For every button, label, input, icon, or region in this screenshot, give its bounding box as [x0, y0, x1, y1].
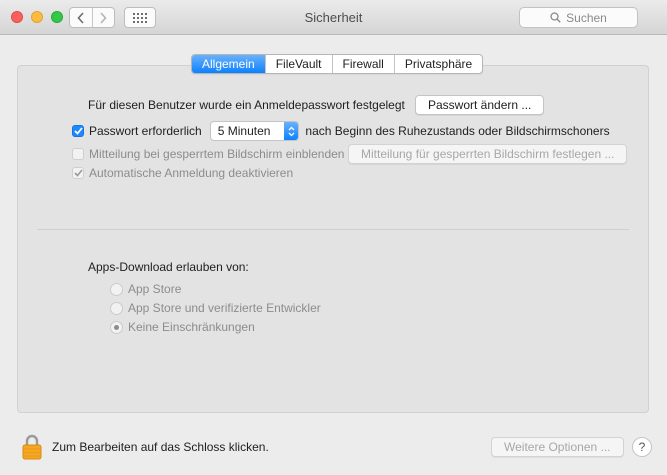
- chevron-right-icon: [100, 11, 108, 24]
- close-button[interactable]: [11, 11, 23, 23]
- preferences-window: Suchen Sicherheit Allgemein FileVault Fi…: [0, 0, 667, 475]
- help-button[interactable]: ?: [632, 437, 652, 457]
- section-divider: [37, 229, 629, 230]
- identified-developers-label: App Store und verifizierte Entwickler: [128, 301, 321, 315]
- search-icon: [550, 12, 561, 23]
- updown-arrows-icon: [284, 122, 299, 140]
- checkmark-icon: [73, 127, 83, 135]
- require-password-suffix: nach Beginn des Ruhezustands oder Bildsc…: [305, 124, 610, 138]
- download-option-anywhere: Keine Einschränkungen: [110, 318, 255, 336]
- download-option-app-store: App Store: [110, 280, 181, 298]
- search-placeholder: Suchen: [566, 10, 607, 25]
- back-button[interactable]: [70, 8, 92, 27]
- app-store-radio[interactable]: [110, 282, 123, 296]
- chevron-left-icon: [77, 11, 84, 24]
- tab-allgemein[interactable]: Allgemein: [192, 55, 265, 73]
- lock-message-button-row: Mitteilung für gesperrten Bildschirm fes…: [348, 144, 628, 164]
- auto-login-label: Automatische Anmeldung deaktivieren: [89, 166, 294, 180]
- password-delay-popup[interactable]: 5 Minuten: [209, 121, 300, 141]
- require-password-label: Passwort erforderlich: [89, 124, 202, 138]
- tab-firewall[interactable]: Firewall: [331, 55, 394, 73]
- change-password-button[interactable]: Passwort ändern ...: [415, 95, 545, 115]
- lock-message-label: Mitteilung bei gesperrtem Bildschirm ein…: [89, 147, 345, 161]
- lock-message-checkbox[interactable]: [72, 148, 84, 160]
- auto-login-checkbox[interactable]: [72, 167, 84, 179]
- advanced-button[interactable]: Weitere Optionen ...: [491, 437, 624, 457]
- tab-privatsphaere[interactable]: Privatsphäre: [393, 55, 482, 73]
- password-status-row: Für diesen Benutzer wurde ein Anmeldepas…: [88, 95, 405, 115]
- tab-bar: Allgemein FileVault Firewall Privatsphär…: [191, 54, 484, 74]
- downloads-heading: Apps-Download erlauben von:: [88, 260, 249, 274]
- require-password-checkbox[interactable]: [72, 125, 84, 137]
- lock-icon[interactable]: [22, 434, 42, 460]
- lock-row: Zum Bearbeiten auf das Schloss klicken.: [22, 433, 269, 461]
- help-icon: ?: [638, 440, 646, 454]
- navigation-buttons: [69, 7, 115, 28]
- password-status-text: Für diesen Benutzer wurde ein Anmeldepas…: [88, 98, 405, 112]
- auto-login-row: Automatische Anmeldung deaktivieren: [72, 163, 293, 183]
- identified-developers-radio[interactable]: [110, 301, 123, 315]
- download-option-identified: App Store und verifizierte Entwickler: [110, 299, 321, 317]
- title-bar: Suchen: [0, 0, 667, 35]
- anywhere-label: Keine Einschränkungen: [128, 320, 255, 334]
- advanced-row: Weitere Optionen ...: [491, 437, 624, 457]
- show-all-button[interactable]: [124, 7, 156, 28]
- lock-message-row: Mitteilung bei gesperrtem Bildschirm ein…: [72, 144, 344, 164]
- change-password-row: Passwort ändern ...: [415, 95, 545, 115]
- content-panel: [17, 65, 649, 413]
- radio-selected-dot: [114, 324, 119, 330]
- anywhere-radio[interactable]: [110, 320, 123, 334]
- grid-icon: [133, 12, 147, 23]
- tab-filevault[interactable]: FileVault: [264, 55, 332, 73]
- password-delay-value: 5 Minuten: [217, 124, 271, 138]
- app-store-label: App Store: [128, 282, 182, 296]
- lock-message-button[interactable]: Mitteilung für gesperrten Bildschirm fes…: [348, 144, 628, 164]
- downloads-heading-row: Apps-Download erlauben von:: [88, 259, 249, 275]
- forward-button[interactable]: [91, 8, 114, 27]
- minimize-button[interactable]: [31, 11, 43, 23]
- search-field[interactable]: Suchen: [519, 7, 638, 28]
- zoom-button[interactable]: [51, 11, 63, 23]
- lock-text: Zum Bearbeiten auf das Schloss klicken.: [52, 440, 269, 454]
- require-password-row: Passwort erforderlich 5 Minuten nach Beg…: [72, 121, 610, 141]
- checkmark-icon: [73, 169, 83, 177]
